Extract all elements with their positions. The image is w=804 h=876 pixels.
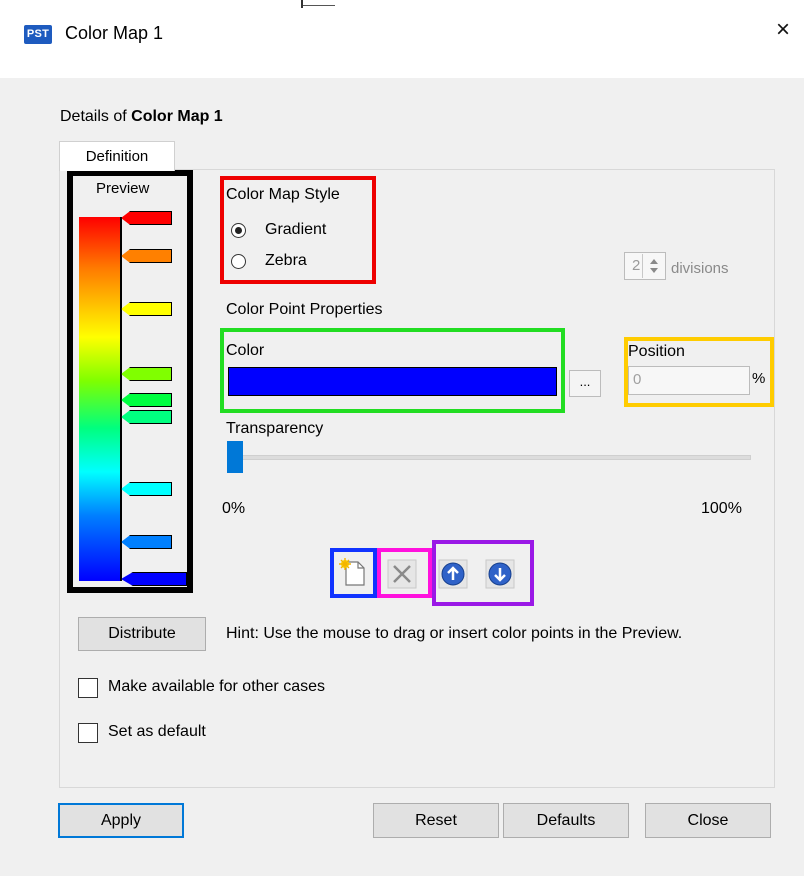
window-edge-mark — [297, 0, 343, 8]
color-point-marker[interactable] — [121, 211, 172, 225]
zebra-radio-label[interactable]: Zebra — [265, 252, 307, 270]
defaults-button[interactable]: Defaults — [503, 803, 629, 838]
transparency-slider-thumb[interactable] — [227, 441, 243, 473]
spinner-arrows-icon[interactable] — [642, 254, 665, 278]
details-heading: Details of Color Map 1 — [60, 108, 223, 126]
position-input[interactable] — [628, 366, 750, 395]
position-label: Position — [628, 343, 685, 360]
delete-point-icon[interactable] — [387, 559, 417, 589]
color-point-marker[interactable] — [121, 482, 172, 496]
transparency-label: Transparency — [226, 420, 324, 437]
gradient-radio[interactable] — [231, 223, 246, 238]
zebra-radio[interactable] — [231, 254, 246, 269]
color-point-marker[interactable] — [121, 249, 172, 263]
color-label: Color — [226, 342, 265, 359]
preview-label: Preview — [96, 180, 150, 197]
gradient-radio-label[interactable]: Gradient — [265, 221, 326, 239]
move-up-icon[interactable] — [438, 559, 468, 589]
set-default-label[interactable]: Set as default — [108, 723, 206, 741]
color-swatch[interactable] — [228, 367, 557, 396]
style-heading: Color Map Style — [226, 186, 340, 203]
color-point-marker[interactable] — [121, 367, 172, 381]
browse-color-button[interactable]: ... — [569, 370, 601, 397]
make-available-label[interactable]: Make available for other cases — [108, 678, 325, 696]
details-prefix: Details of — [60, 108, 132, 125]
color-point-marker[interactable] — [121, 410, 172, 424]
transparency-slider-track[interactable] — [228, 455, 751, 460]
make-available-checkbox[interactable] — [78, 678, 98, 698]
set-default-checkbox[interactable] — [78, 723, 98, 743]
apply-button[interactable]: Apply — [58, 803, 184, 838]
move-down-icon[interactable] — [485, 559, 515, 589]
position-value: 0 — [633, 371, 642, 388]
divisions-value: 2 — [632, 257, 641, 274]
color-point-marker[interactable] — [121, 535, 172, 549]
details-map-name: Color Map 1 — [131, 108, 223, 125]
window-title: Color Map 1 — [65, 23, 164, 43]
divisions-label: divisions — [671, 260, 729, 277]
close-button[interactable]: Close — [645, 803, 771, 838]
preview-gradient[interactable] — [79, 217, 120, 581]
reset-button[interactable]: Reset — [373, 803, 499, 838]
distribute-button[interactable]: Distribute — [78, 617, 206, 651]
position-unit: % — [752, 370, 766, 387]
color-point-marker[interactable] — [121, 393, 172, 407]
color-point-marker[interactable] — [121, 302, 172, 316]
color-point-heading: Color Point Properties — [226, 301, 383, 318]
transparency-min-label: 0% — [222, 500, 246, 517]
color-point-marker-selected[interactable] — [121, 572, 187, 586]
transparency-max-label: 100% — [701, 500, 742, 517]
tab-definition[interactable]: Definition — [59, 141, 175, 171]
new-point-icon[interactable] — [338, 557, 368, 587]
app-icon: PST — [24, 25, 52, 44]
hint-text: Hint: Use the mouse to drag or insert co… — [226, 625, 683, 642]
preview-stem — [120, 217, 122, 581]
close-icon[interactable]: × — [776, 18, 790, 42]
